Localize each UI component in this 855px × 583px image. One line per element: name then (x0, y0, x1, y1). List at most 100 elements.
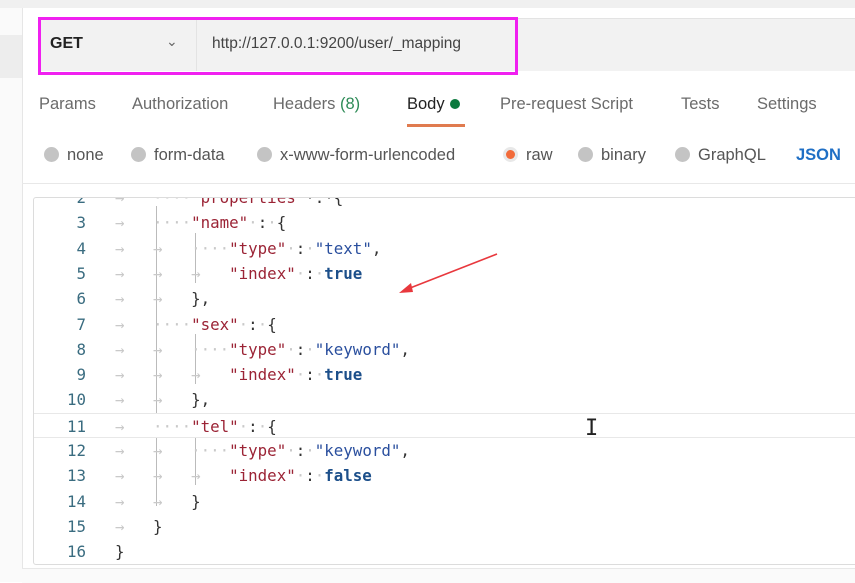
code-line[interactable]: 2 → ····"properties"·:·{ (34, 197, 855, 210)
whitespace-marker: → → → (115, 466, 230, 486)
whitespace-marker: · (248, 213, 258, 233)
json-key: "type" (229, 441, 287, 460)
whitespace-marker: → ···· (115, 213, 192, 233)
json-punctuation: , (400, 441, 410, 460)
json-punctuation: ·:·{ (305, 197, 344, 207)
json-punctuation: , (400, 339, 410, 359)
code-text: → ····"tel"·:·{ (115, 414, 277, 439)
radio-label: form-data (154, 146, 225, 164)
code-text: → → }, (115, 286, 210, 311)
code-line[interactable]: 15 → } (34, 514, 855, 539)
tab-headers-label: Headers (273, 95, 336, 113)
whitespace-marker: → → (115, 491, 192, 511)
json-key: "name" (191, 213, 249, 233)
whitespace-marker: · (295, 466, 306, 486)
code-text: → } (115, 514, 163, 539)
whitespace-marker: → ···· (115, 314, 192, 334)
line-number: 13 (66, 466, 86, 486)
tab-params[interactable]: Params (39, 95, 96, 114)
line-number: 2 (76, 197, 86, 207)
json-punctuation: , (371, 238, 382, 258)
line-number: 4 (76, 238, 86, 258)
whitespace-marker: · (305, 441, 315, 460)
whitespace-marker: · (305, 238, 315, 258)
whitespace-marker: · (314, 466, 325, 486)
code-text: → → → "index"·:·true (115, 261, 362, 286)
json-string: "keyword" (314, 339, 401, 359)
radio-icon (131, 147, 146, 162)
line-number: 9 (76, 365, 86, 385)
code-line[interactable]: 11 → ····"tel"·:·{ (34, 412, 855, 439)
code-text: → → ····"type"·:·"keyword", (115, 438, 410, 463)
whitespace-marker: · (257, 416, 268, 436)
radio-label: none (67, 146, 104, 164)
code-line[interactable]: 8 → → ····"type"·:·"keyword", (34, 337, 855, 362)
json-key: "index" (229, 263, 296, 283)
whitespace-marker: · (295, 263, 306, 283)
tab-headers[interactable]: Headers (8) (273, 95, 360, 114)
code-text: → ····"name"·:·{ (115, 210, 286, 235)
code-line[interactable]: 13 → → → "index"·:·false (34, 463, 855, 488)
radio-icon (44, 147, 59, 162)
divider (22, 183, 855, 184)
json-punctuation: { (276, 213, 287, 233)
json-key: "sex" (191, 314, 239, 334)
radio-label: raw (526, 146, 553, 164)
line-number: 16 (66, 542, 86, 562)
radio-icon (578, 147, 593, 162)
radio-form-data[interactable]: form-data (131, 146, 225, 165)
radio-icon (257, 147, 272, 162)
whitespace-marker: → → ···· (115, 441, 230, 460)
json-punctuation: : (248, 314, 258, 334)
json-punctuation: } (115, 542, 125, 562)
json-punctuation: : (305, 365, 315, 385)
tab-authorization[interactable]: Authorization (132, 95, 228, 114)
radio-raw[interactable]: raw (503, 146, 553, 165)
code-line[interactable]: 10 → → }, (34, 387, 855, 412)
code-text: → ····"properties"·:·{ (115, 197, 344, 210)
whitespace-marker: → → (115, 289, 192, 309)
line-number: 10 (66, 390, 86, 410)
whitespace-marker: · (238, 416, 249, 436)
code-line[interactable]: 16} (34, 539, 855, 564)
json-punctuation: : (257, 213, 268, 233)
json-punctuation: } (153, 516, 163, 536)
radio-icon (675, 147, 690, 162)
radio-label: x-www-form-urlencoded (280, 146, 456, 164)
whitespace-marker: → ···· (115, 416, 192, 436)
whitespace-marker: · (295, 365, 306, 385)
json-key: "type" (229, 339, 287, 359)
code-line[interactable]: 7 → ····"sex"·:·{ (34, 312, 855, 337)
json-punctuation: }, (191, 289, 211, 309)
code-line[interactable]: 12 → → ····"type"·:·"keyword", (34, 438, 855, 463)
whitespace-marker: · (314, 263, 325, 283)
code-line[interactable]: 14 → → } (34, 489, 855, 514)
body-indicator-dot (449, 99, 460, 109)
line-number: 6 (76, 289, 86, 309)
annotation-arrow (399, 253, 498, 293)
sidebar-selected-item[interactable] (0, 35, 22, 78)
tab-body-label: Body (407, 95, 445, 113)
tab-settings[interactable]: Settings (757, 95, 817, 114)
json-boolean: true (324, 263, 363, 283)
line-number: 7 (76, 314, 86, 334)
tab-tests[interactable]: Tests (681, 95, 720, 114)
json-punctuation: : (305, 466, 315, 486)
tab-body[interactable]: Body (407, 95, 460, 114)
tab-pre-request-script[interactable]: Pre-request Script (500, 95, 633, 114)
whitespace-marker: · (286, 339, 296, 359)
headers-count: (8) (339, 95, 361, 113)
radio-none[interactable]: none (44, 146, 104, 165)
whitespace-marker: → → (115, 390, 192, 410)
radio-x-www-form-urlencoded[interactable]: x-www-form-urlencoded (257, 146, 455, 165)
code-line[interactable]: 3 → ····"name"·:·{ (34, 210, 855, 235)
format-select-json[interactable]: JSON (796, 146, 841, 165)
code-text: → → ····"type"·:·"keyword", (115, 337, 410, 362)
code-line[interactable]: 9 → → → "index"·:·true (34, 362, 855, 387)
radio-graphql[interactable]: GraphQL (675, 146, 766, 165)
json-punctuation: : (295, 441, 306, 460)
radio-binary[interactable]: binary (578, 146, 646, 165)
json-punctuation: }, (191, 390, 211, 410)
active-tab-underline (407, 124, 465, 127)
annotation-highlight-box (38, 17, 518, 75)
